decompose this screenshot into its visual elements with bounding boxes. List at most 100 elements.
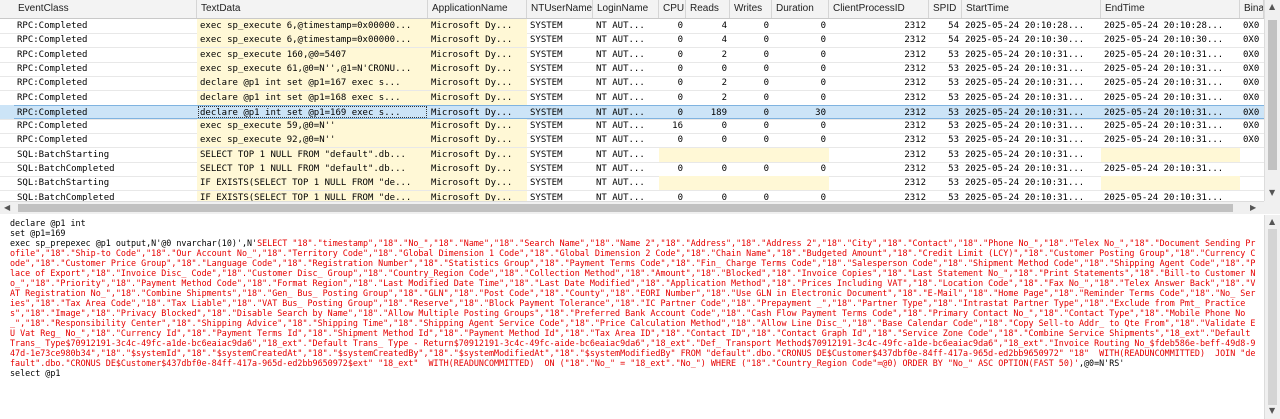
cell-event-class[interactable]: RPC:Completed — [14, 62, 197, 76]
cell-application-name[interactable]: Microsoft Dy... — [428, 19, 527, 33]
cell-event-class[interactable]: RPC:Completed — [14, 33, 197, 47]
table-row[interactable]: SQL:BatchStarting IF EXISTS(SELECT TOP 1 … — [0, 176, 1264, 192]
cell-event-class[interactable]: SQL:BatchStarting — [14, 148, 197, 162]
cell-duration[interactable]: 0 — [772, 48, 829, 62]
cell-application-name[interactable]: Microsoft Dy... — [428, 104, 527, 119]
cell-binary-data[interactable] — [1240, 148, 1264, 162]
cell-reads[interactable]: 189 — [686, 104, 730, 119]
cell-reads[interactable]: 0 — [686, 119, 730, 133]
cell-duration[interactable]: 0 — [772, 76, 829, 90]
cell-text-data[interactable]: exec sp_execute 59,@0=N'' — [197, 119, 428, 134]
cell-login-name[interactable]: NT AUT... — [593, 162, 659, 176]
cell-nt-user-name[interactable]: SYSTEM — [527, 162, 593, 176]
cell-binary-data[interactable]: 0X0 — [1240, 133, 1264, 147]
grid-vertical-scrollbar[interactable]: ▲ ▼ — [1264, 0, 1280, 201]
cell-cpu[interactable]: 0 — [659, 162, 686, 176]
table-row-selected[interactable]: RPC:Completed declare @p1 int set @p1=169… — [0, 104, 1264, 120]
cell-end-time[interactable]: 2025-05-24 20:10:31... — [1101, 62, 1240, 76]
grid-horizontal-scrollbar[interactable]: ◀ ▶ — [0, 201, 1264, 214]
scroll-down-arrow-icon[interactable]: ▼ — [1269, 187, 1275, 199]
cell-text-data[interactable]: IF EXISTS(SELECT TOP 1 NULL FROM "de... — [197, 176, 428, 191]
cell-cpu[interactable]: 16 — [659, 119, 686, 133]
cell-text-data[interactable]: exec sp_execute 61,@0=N'',@1=N'CRONU... — [197, 61, 428, 76]
row-selector[interactable] — [0, 176, 14, 190]
cell-text-data[interactable]: exec sp_execute 160,@0=5407 — [197, 47, 428, 62]
cell-application-name[interactable]: Microsoft Dy... — [428, 147, 527, 162]
cell-end-time[interactable]: 2025-05-24 20:10:30... — [1101, 33, 1240, 47]
cell-binary-data[interactable]: 0X0 — [1240, 33, 1264, 47]
cell-application-name[interactable]: Microsoft Dy... — [428, 76, 527, 91]
cell-login-name[interactable]: NT AUT... — [593, 133, 659, 147]
cell-writes[interactable] — [730, 147, 772, 162]
cell-event-class[interactable]: RPC:Completed — [14, 133, 197, 147]
cell-duration[interactable]: 0 — [772, 119, 829, 133]
cell-event-class[interactable]: RPC:Completed — [14, 19, 197, 33]
cell-text-data[interactable]: declare @p1 int set @p1=168 exec s... — [197, 90, 428, 105]
column-header-duration[interactable]: Duration — [772, 0, 829, 18]
row-selector[interactable] — [0, 119, 14, 133]
cell-start-time[interactable]: 2025-05-24 20:10:31... — [962, 91, 1101, 105]
cell-text-data[interactable]: exec sp_execute 6,@timestamp=0x00000... — [197, 33, 428, 48]
cell-end-time[interactable]: 2025-05-24 20:10:31... — [1101, 119, 1240, 133]
cell-login-name[interactable]: NT AUT... — [593, 48, 659, 62]
row-selector[interactable] — [0, 19, 14, 33]
cell-end-time[interactable]: 2025-05-24 20:10:31... — [1101, 76, 1240, 90]
cell-duration[interactable]: 0 — [772, 91, 829, 105]
cell-duration[interactable]: 0 — [772, 62, 829, 76]
cell-spid[interactable]: 53 — [929, 76, 962, 90]
cell-reads[interactable] — [686, 176, 730, 191]
cell-writes[interactable]: 0 — [730, 133, 772, 147]
cell-nt-user-name[interactable]: SYSTEM — [527, 104, 593, 119]
cell-binary-data[interactable] — [1240, 162, 1264, 176]
cell-nt-user-name[interactable]: SYSTEM — [527, 76, 593, 90]
cell-duration[interactable] — [772, 176, 829, 191]
cell-end-time[interactable] — [1101, 176, 1240, 191]
cell-end-time[interactable]: 2025-05-24 20:10:31... — [1101, 104, 1240, 119]
row-selector[interactable] — [0, 148, 14, 162]
cell-event-class[interactable]: RPC:Completed — [14, 119, 197, 133]
cell-binary-data[interactable]: 0X0 — [1240, 91, 1264, 105]
cell-writes[interactable]: 0 — [730, 91, 772, 105]
grid-vertical-scroll-thumb[interactable] — [1268, 20, 1277, 170]
cell-client-process-id[interactable]: 2312 — [829, 104, 929, 119]
scroll-left-arrow-icon[interactable]: ◀ — [4, 202, 10, 214]
cell-reads[interactable] — [686, 147, 730, 162]
cell-binary-data[interactable]: 0X0 — [1240, 62, 1264, 76]
cell-cpu[interactable]: 0 — [659, 33, 686, 47]
cell-text-data[interactable]: exec sp_execute 92,@0=N'' — [197, 133, 428, 148]
cell-end-time[interactable]: 2025-05-24 20:10:31... — [1101, 162, 1240, 176]
cell-cpu[interactable]: 0 — [659, 19, 686, 33]
cell-application-name[interactable]: Microsoft Dy... — [428, 61, 527, 76]
cell-end-time[interactable]: 2025-05-24 20:10:31... — [1101, 91, 1240, 105]
cell-application-name[interactable]: Microsoft Dy... — [428, 119, 527, 134]
cell-event-class[interactable]: SQL:BatchStarting — [14, 176, 197, 190]
row-selector[interactable] — [0, 33, 14, 47]
cell-spid[interactable]: 54 — [929, 33, 962, 47]
cell-spid[interactable]: 53 — [929, 91, 962, 105]
cell-reads[interactable]: 2 — [686, 48, 730, 62]
column-header-writes[interactable]: Writes — [730, 0, 772, 18]
cell-login-name[interactable]: NT AUT... — [593, 119, 659, 133]
row-selector[interactable] — [0, 48, 14, 62]
cell-writes[interactable]: 0 — [730, 162, 772, 176]
cell-application-name[interactable]: Microsoft Dy... — [428, 133, 527, 148]
cell-client-process-id[interactable]: 2312 — [829, 148, 929, 162]
column-header-nt-user-name[interactable]: NTUserName — [527, 0, 593, 18]
table-row[interactable]: RPC:Completed exec sp_execute 92,@0=N'' Mi… — [0, 133, 1264, 149]
cell-client-process-id[interactable]: 2312 — [829, 133, 929, 147]
cell-start-time[interactable]: 2025-05-24 20:10:31... — [962, 76, 1101, 90]
cell-reads[interactable]: 2 — [686, 91, 730, 105]
cell-client-process-id[interactable]: 2312 — [829, 176, 929, 190]
column-header-text-data[interactable]: TextData — [197, 0, 428, 18]
cell-cpu[interactable]: 0 — [659, 133, 686, 147]
cell-application-name[interactable]: Microsoft Dy... — [428, 47, 527, 62]
cell-application-name[interactable]: Microsoft Dy... — [428, 90, 527, 105]
cell-start-time[interactable]: 2025-05-24 20:10:31... — [962, 62, 1101, 76]
cell-nt-user-name[interactable]: SYSTEM — [527, 91, 593, 105]
cell-text-data[interactable]: declare @p1 int set @p1=169 exec s... — [197, 104, 428, 119]
cell-binary-data[interactable]: 0X0 — [1240, 76, 1264, 90]
cell-start-time[interactable]: 2025-05-24 20:10:31... — [962, 148, 1101, 162]
cell-event-class[interactable]: RPC:Completed — [14, 76, 197, 90]
cell-binary-data[interactable] — [1240, 176, 1264, 190]
cell-start-time[interactable]: 2025-05-24 20:10:31... — [962, 176, 1101, 190]
